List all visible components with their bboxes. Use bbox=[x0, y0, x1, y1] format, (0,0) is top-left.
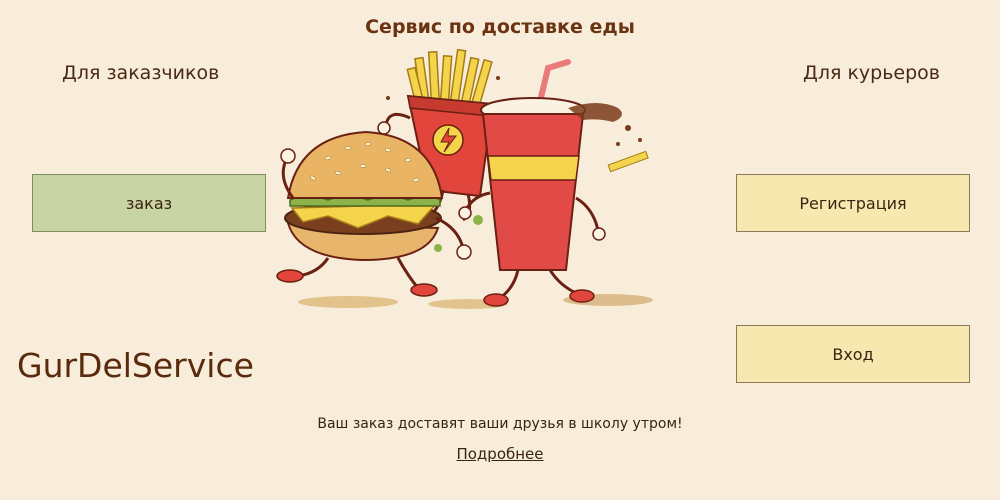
register-button[interactable]: Регистрация bbox=[736, 174, 970, 232]
more-info-link-row: Подробнее bbox=[0, 445, 1000, 463]
order-button-label: заказ bbox=[125, 193, 173, 213]
more-info-link[interactable]: Подробнее bbox=[456, 445, 543, 463]
login-button-label: Вход bbox=[832, 344, 874, 364]
brand-name: GurDelService bbox=[17, 346, 254, 385]
couriers-section-label: Для курьеров bbox=[803, 62, 941, 84]
register-button-label: Регистрация bbox=[799, 193, 907, 213]
ground-shadow bbox=[298, 294, 653, 309]
page-title: Сервис по доставке еды bbox=[365, 16, 635, 38]
login-button[interactable]: Вход bbox=[736, 325, 970, 383]
fast-food-illustration bbox=[276, 48, 653, 309]
drink-cup-icon bbox=[458, 59, 622, 307]
order-button[interactable]: заказ bbox=[32, 174, 266, 232]
tagline-text: Ваш заказ доставят ваши друзья в школу у… bbox=[317, 416, 683, 432]
customers-section-label: Для заказчиков bbox=[62, 62, 220, 84]
